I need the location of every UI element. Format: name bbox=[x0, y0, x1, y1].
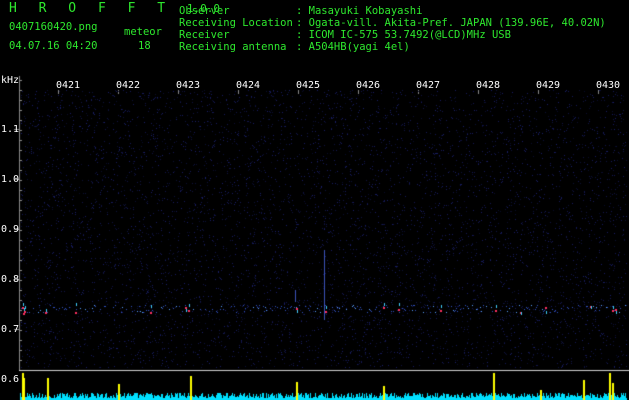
meteor-label: meteor bbox=[124, 26, 162, 38]
time-tick-label: 0430 bbox=[596, 80, 621, 91]
freq-tick-label: 0.7 bbox=[1, 324, 20, 335]
time-tick-label: 0428 bbox=[476, 80, 501, 91]
time-tick-label: 0421 bbox=[56, 80, 81, 91]
info-antenna-value: : A504HB(yagi 4el) bbox=[296, 41, 410, 53]
time-tick-label: 0426 bbox=[356, 80, 381, 91]
time-tick-label: 0425 bbox=[296, 80, 321, 91]
info-observer-value: : Masayuki Kobayashi bbox=[296, 5, 423, 17]
freq-tick-label: 0.8 bbox=[1, 274, 20, 285]
info-receiver-key: Receiver bbox=[179, 29, 230, 41]
time-tick-label: 0429 bbox=[536, 80, 561, 91]
file-datetime: 04.07.16 04:20 bbox=[9, 40, 98, 52]
freq-tick-label: 0.9 bbox=[1, 224, 20, 235]
info-antenna-key: Receiving antenna bbox=[179, 41, 287, 53]
meteor-count: 18 bbox=[138, 40, 151, 52]
freq-tick-label: 0.6 bbox=[1, 374, 20, 385]
file-name: 0407160420.png bbox=[9, 21, 98, 33]
spectrogram-canvas bbox=[0, 0, 629, 400]
time-tick-label: 0427 bbox=[416, 80, 441, 91]
axis-unit-label: kHz bbox=[1, 75, 20, 86]
freq-tick-label: 1.0 bbox=[1, 174, 20, 185]
freq-tick-label: 1.1 bbox=[1, 124, 20, 135]
time-tick-label: 0423 bbox=[176, 80, 201, 91]
info-receiver-value: : ICOM IC-575 53.7492(@LCD)MHz USB bbox=[296, 29, 511, 41]
info-observer-key: Observer bbox=[179, 5, 230, 17]
info-location-value: : Ogata-vill. Akita-Pref. JAPAN (139.96E… bbox=[296, 17, 606, 29]
time-tick-label: 0422 bbox=[116, 80, 141, 91]
time-tick-label: 0424 bbox=[236, 80, 261, 91]
app-name: H R O F F T bbox=[9, 1, 173, 16]
info-location-key: Receiving Location bbox=[179, 17, 293, 29]
